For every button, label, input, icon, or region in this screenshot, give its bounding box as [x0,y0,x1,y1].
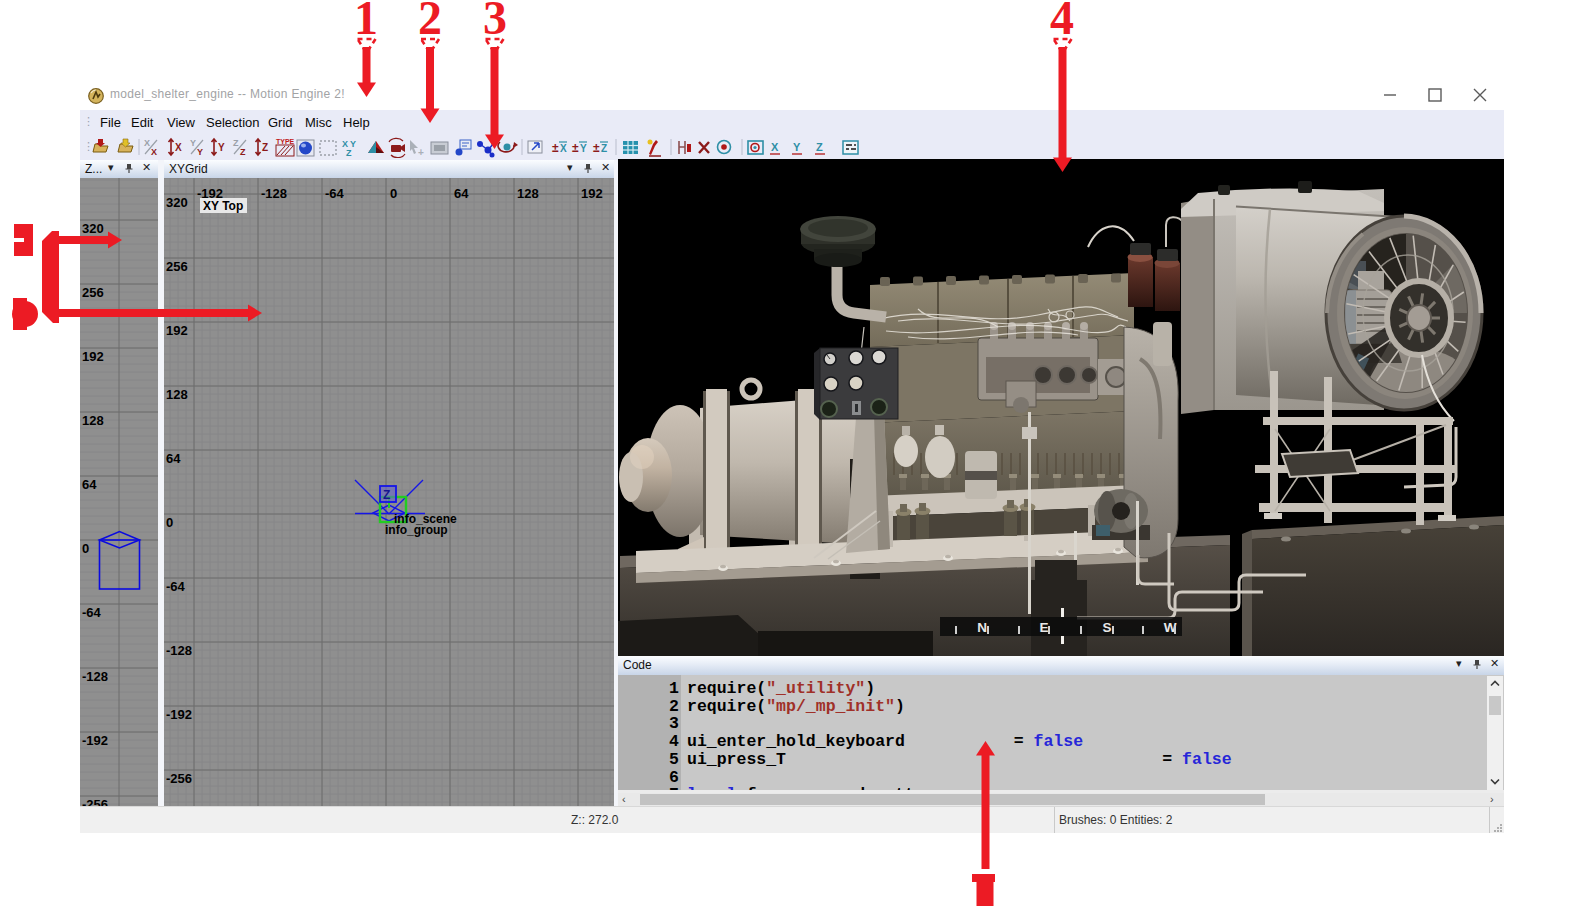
svg-text:3: 3 [483,0,507,44]
svg-text:2: 2 [418,0,442,44]
svg-text:1: 1 [354,0,378,44]
svg-text:4: 4 [1050,0,1074,44]
